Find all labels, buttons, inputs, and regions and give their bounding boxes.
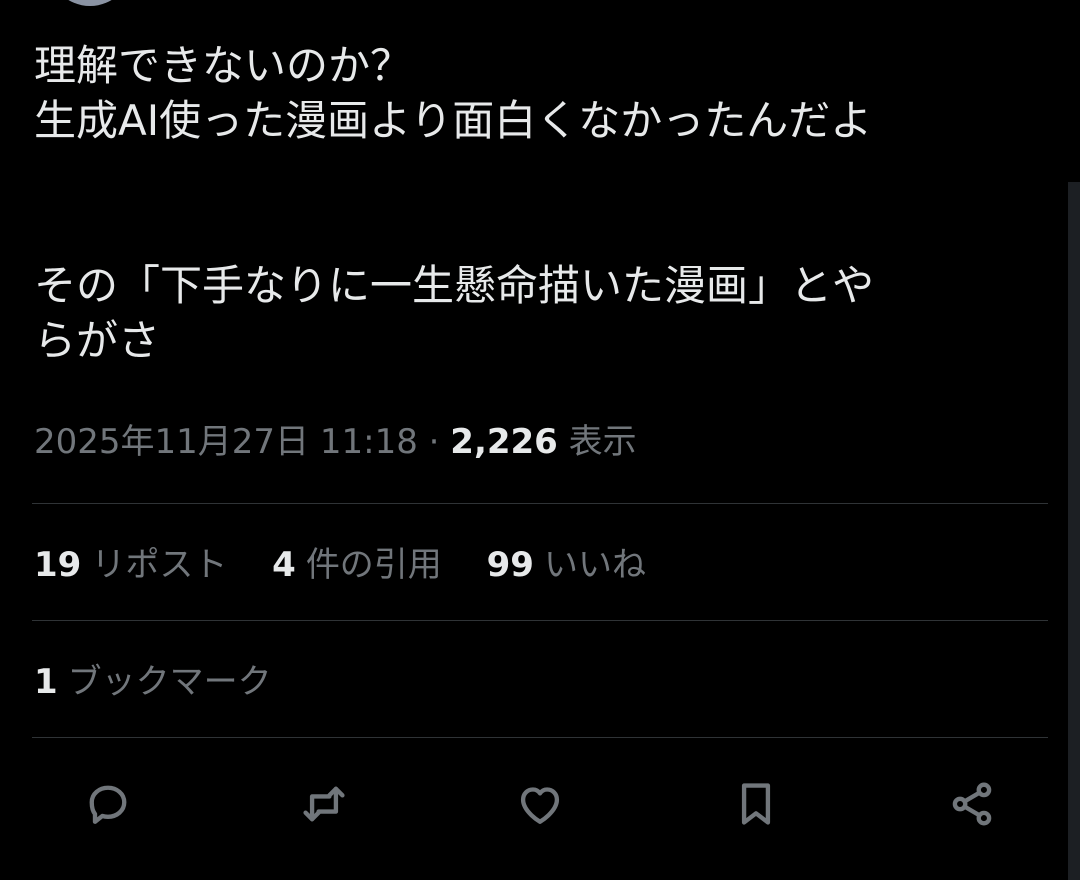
likes-count: 99 — [486, 545, 534, 585]
views-label: 表示 — [568, 422, 637, 462]
bookmark-icon — [741, 783, 771, 825]
quotes-stat[interactable]: 4 件の引用 — [272, 541, 442, 589]
reply-button[interactable] — [80, 776, 136, 832]
bookmarks-count: 1 — [34, 662, 58, 702]
meta-separator: · — [428, 422, 440, 462]
bookmark-button[interactable] — [728, 776, 784, 832]
like-button[interactable] — [512, 776, 568, 832]
action-bar — [0, 760, 1080, 844]
tweet-text: 理解できないのか？ 生成AI使った漫画より面白くなかったんだよ その「下手なりに… — [34, 38, 1044, 368]
repost-button[interactable] — [296, 776, 352, 832]
repost-icon — [303, 786, 345, 822]
like-icon — [520, 787, 560, 824]
quotes-label: 件の引用 — [305, 545, 442, 585]
tweet-text-line: 生成AI使った漫画より面白くなかったんだよ — [34, 96, 873, 145]
bookmarks-label: ブックマーク — [67, 662, 272, 702]
share-icon — [952, 782, 992, 826]
tweet-meta: 2025年11月27日 11:18 · 2,226 表示 — [34, 418, 637, 466]
likes-label: いいね — [543, 545, 646, 585]
avatar[interactable] — [48, 0, 132, 6]
reposts-label: リポスト — [91, 545, 228, 585]
reposts-count: 19 — [34, 545, 82, 585]
tweet-timestamp[interactable]: 2025年11月27日 11:18 — [34, 422, 418, 462]
engagement-stats: 19 リポスト 4 件の引用 99 いいね — [34, 541, 680, 589]
views-count: 2,226 — [450, 422, 558, 462]
divider — [32, 503, 1048, 504]
share-button[interactable] — [944, 776, 1000, 832]
reply-icon — [89, 785, 127, 824]
likes-stat[interactable]: 99 いいね — [487, 541, 646, 589]
bookmark-stats: 1 ブックマーク — [34, 658, 306, 706]
reposts-stat[interactable]: 19 リポスト — [34, 541, 227, 589]
tweet-text-line: らがさ — [34, 316, 161, 365]
bookmarks-stat[interactable]: 1 ブックマーク — [34, 658, 272, 706]
divider — [32, 620, 1048, 621]
quotes-count: 4 — [272, 545, 296, 585]
divider — [32, 737, 1048, 738]
tweet-text-line: 理解できないのか？ — [34, 41, 413, 90]
tweet-text-line: その「下手なりに一生懸命描いた漫画」とや — [34, 261, 875, 310]
